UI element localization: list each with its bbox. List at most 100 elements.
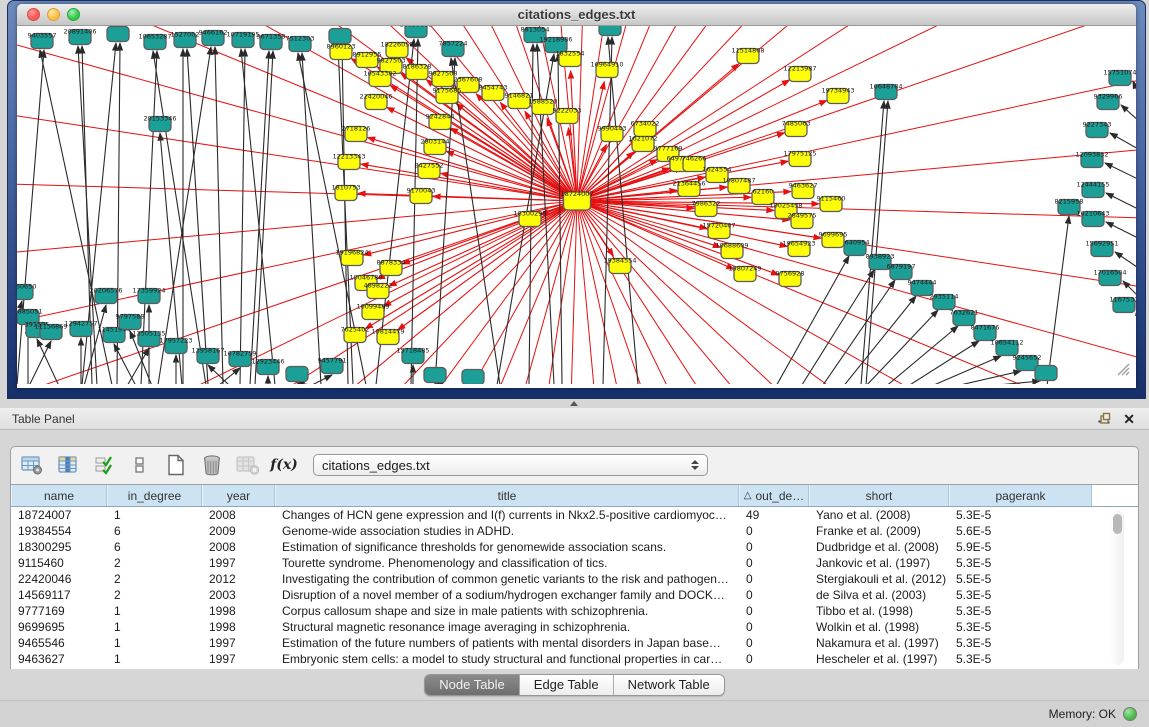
table-row[interactable]: 911546021997Tourette syndrome. Phenomeno… bbox=[11, 555, 1138, 571]
column-header-short[interactable]: short bbox=[809, 485, 949, 506]
table-row[interactable]: 1830029562008Estimation of significance … bbox=[11, 539, 1138, 555]
split-divider[interactable] bbox=[0, 399, 1149, 408]
network-node[interactable]: 16033809 bbox=[399, 26, 432, 38]
network-node[interactable]: 7485063 bbox=[782, 120, 811, 137]
network-node[interactable]: 12942757 bbox=[64, 320, 97, 337]
network-node[interactable]: 17975125 bbox=[783, 150, 816, 167]
tab-node-table[interactable]: Node Table bbox=[425, 675, 520, 695]
column-header-indegree[interactable]: in_degree bbox=[107, 485, 202, 506]
network-node[interactable]: 9222033 bbox=[553, 107, 582, 124]
network-node[interactable]: 9403557 bbox=[28, 32, 57, 49]
network-node[interactable]: 19196824 bbox=[335, 249, 368, 266]
network-node[interactable]: 16648784 bbox=[869, 83, 902, 100]
network-node[interactable]: 9175685 bbox=[433, 87, 462, 104]
network-node[interactable]: 15751074 bbox=[1103, 69, 1136, 86]
network-node[interactable]: 12213987 bbox=[783, 65, 816, 82]
network-node[interactable]: 9797588 bbox=[116, 313, 145, 330]
network-node[interactable]: 9329966 bbox=[1094, 93, 1123, 110]
network-node[interactable]: 1527002 bbox=[171, 31, 200, 48]
divider-handle-icon[interactable] bbox=[567, 400, 581, 407]
network-node[interactable]: 9699695 bbox=[819, 231, 848, 248]
column-header-title[interactable]: title bbox=[275, 485, 739, 506]
network-graph[interactable]: 9403557208914061065328715270029466162107… bbox=[17, 26, 1136, 384]
network-node[interactable]: 20153346 bbox=[143, 115, 176, 132]
table-row[interactable]: 1456911722003Disruption of a novel membe… bbox=[11, 587, 1138, 603]
network-node[interactable]: 8427552 bbox=[415, 162, 444, 179]
network-node[interactable]: 22420046 bbox=[359, 93, 392, 110]
network-node[interactable] bbox=[329, 29, 351, 44]
network-node[interactable]: 12093832 bbox=[1075, 151, 1108, 168]
network-node[interactable]: 6879197 bbox=[887, 263, 916, 280]
network-node[interactable]: 8878334 bbox=[377, 259, 406, 276]
tab-network-table[interactable]: Network Table bbox=[614, 675, 724, 695]
table-row[interactable]: 977716911998Corpus callosum shape and si… bbox=[11, 603, 1138, 619]
network-node[interactable]: 12923446 bbox=[251, 358, 284, 375]
scrollbar-thumb[interactable] bbox=[1113, 514, 1122, 534]
network-node[interactable]: 16964910 bbox=[590, 61, 623, 78]
network-node[interactable]: 9756928 bbox=[776, 270, 805, 287]
network-node[interactable]: 9466162 bbox=[199, 29, 228, 46]
function-builder-icon[interactable]: f(x) bbox=[271, 453, 297, 477]
delete-column-icon[interactable] bbox=[199, 453, 225, 477]
table-row[interactable]: 946554611997Estimation of the future num… bbox=[11, 635, 1138, 651]
network-node[interactable]: 1832554 bbox=[556, 50, 585, 67]
network-node[interactable]: 12213343 bbox=[332, 153, 365, 170]
network-node[interactable]: 17957223 bbox=[159, 337, 192, 354]
network-node[interactable]: 2160650 bbox=[17, 283, 36, 300]
network-node[interactable]: 9115460 bbox=[817, 195, 846, 212]
network-node[interactable]: 10688609 bbox=[715, 242, 748, 259]
network-node[interactable]: 17016504 bbox=[1093, 269, 1126, 286]
network-node[interactable]: 9457791 bbox=[318, 357, 347, 374]
column-header-year[interactable]: year bbox=[202, 485, 275, 506]
table-row[interactable]: 1872400712008Changes of HCN gene express… bbox=[11, 507, 1138, 523]
column-visibility-icon[interactable] bbox=[55, 453, 81, 477]
table-row[interactable]: 2242004622012Investigating the contribut… bbox=[11, 571, 1138, 587]
network-node[interactable]: 7986322 bbox=[692, 200, 721, 217]
network-node[interactable] bbox=[599, 26, 621, 36]
column-header-outde[interactable]: △out_de… bbox=[739, 485, 809, 506]
column-header-pagerank[interactable]: pagerank bbox=[949, 485, 1092, 506]
network-node[interactable] bbox=[286, 367, 308, 382]
network-node[interactable]: 2803144 bbox=[421, 138, 450, 155]
network-node[interactable]: 4898222 bbox=[364, 282, 393, 299]
network-node[interactable]: 8454743 bbox=[479, 84, 508, 101]
network-node[interactable]: 11514808 bbox=[731, 47, 764, 64]
network-node[interactable]: 15718485 bbox=[396, 347, 429, 364]
network-node[interactable]: 1167533 bbox=[1110, 296, 1136, 313]
memory-status-indicator-icon[interactable] bbox=[1123, 707, 1137, 721]
network-node[interactable]: 9242844 bbox=[426, 113, 455, 130]
network-node[interactable]: 7857224 bbox=[439, 40, 468, 57]
network-node[interactable]: 13958167 bbox=[191, 347, 224, 364]
network-node[interactable] bbox=[424, 368, 446, 383]
network-node[interactable] bbox=[107, 27, 129, 42]
network-node[interactable]: 20891406 bbox=[63, 28, 96, 45]
row-selection-icon[interactable] bbox=[91, 453, 117, 477]
network-node[interactable]: 15807249 bbox=[728, 265, 761, 282]
canvas-resize-grip[interactable] bbox=[1118, 364, 1129, 375]
network-node[interactable]: 19384554 bbox=[603, 257, 636, 274]
table-row[interactable]: 969969511998Structural magnetic resonanc… bbox=[11, 619, 1138, 635]
minimize-window-button[interactable] bbox=[47, 8, 60, 21]
table-vertical-scrollbar[interactable] bbox=[1111, 511, 1124, 665]
network-node[interactable]: 2935114 bbox=[930, 293, 959, 310]
network-node[interactable]: 18226058 bbox=[380, 41, 413, 58]
network-node[interactable]: 2849575 bbox=[788, 212, 817, 229]
close-panel-icon[interactable]: ✕ bbox=[1123, 412, 1135, 426]
network-node[interactable]: 2718126 bbox=[342, 125, 371, 142]
tab-edge-table[interactable]: Edge Table bbox=[520, 675, 614, 695]
network-node[interactable]: 9671358 bbox=[257, 33, 286, 50]
network-node[interactable]: 19654923 bbox=[782, 240, 815, 257]
network-node[interactable]: 16210643 bbox=[1076, 210, 1109, 227]
row-height-icon[interactable] bbox=[127, 453, 153, 477]
network-node[interactable]: 7625402 bbox=[341, 326, 370, 343]
network-node[interactable]: 9227343 bbox=[1083, 121, 1112, 138]
new-table-icon[interactable] bbox=[163, 453, 189, 477]
network-node[interactable]: 9990443 bbox=[598, 125, 627, 142]
table-options-icon[interactable] bbox=[19, 453, 45, 477]
network-node[interactable] bbox=[462, 370, 484, 385]
network-canvas[interactable]: 9403557208914061065328715270029466162107… bbox=[17, 26, 1136, 388]
table-selector-dropdown[interactable]: citations_edges.txt bbox=[313, 454, 708, 476]
zoom-window-button[interactable] bbox=[67, 8, 80, 21]
network-node[interactable]: 9463627 bbox=[789, 182, 818, 199]
network-node[interactable]: 18724007 bbox=[560, 190, 593, 210]
